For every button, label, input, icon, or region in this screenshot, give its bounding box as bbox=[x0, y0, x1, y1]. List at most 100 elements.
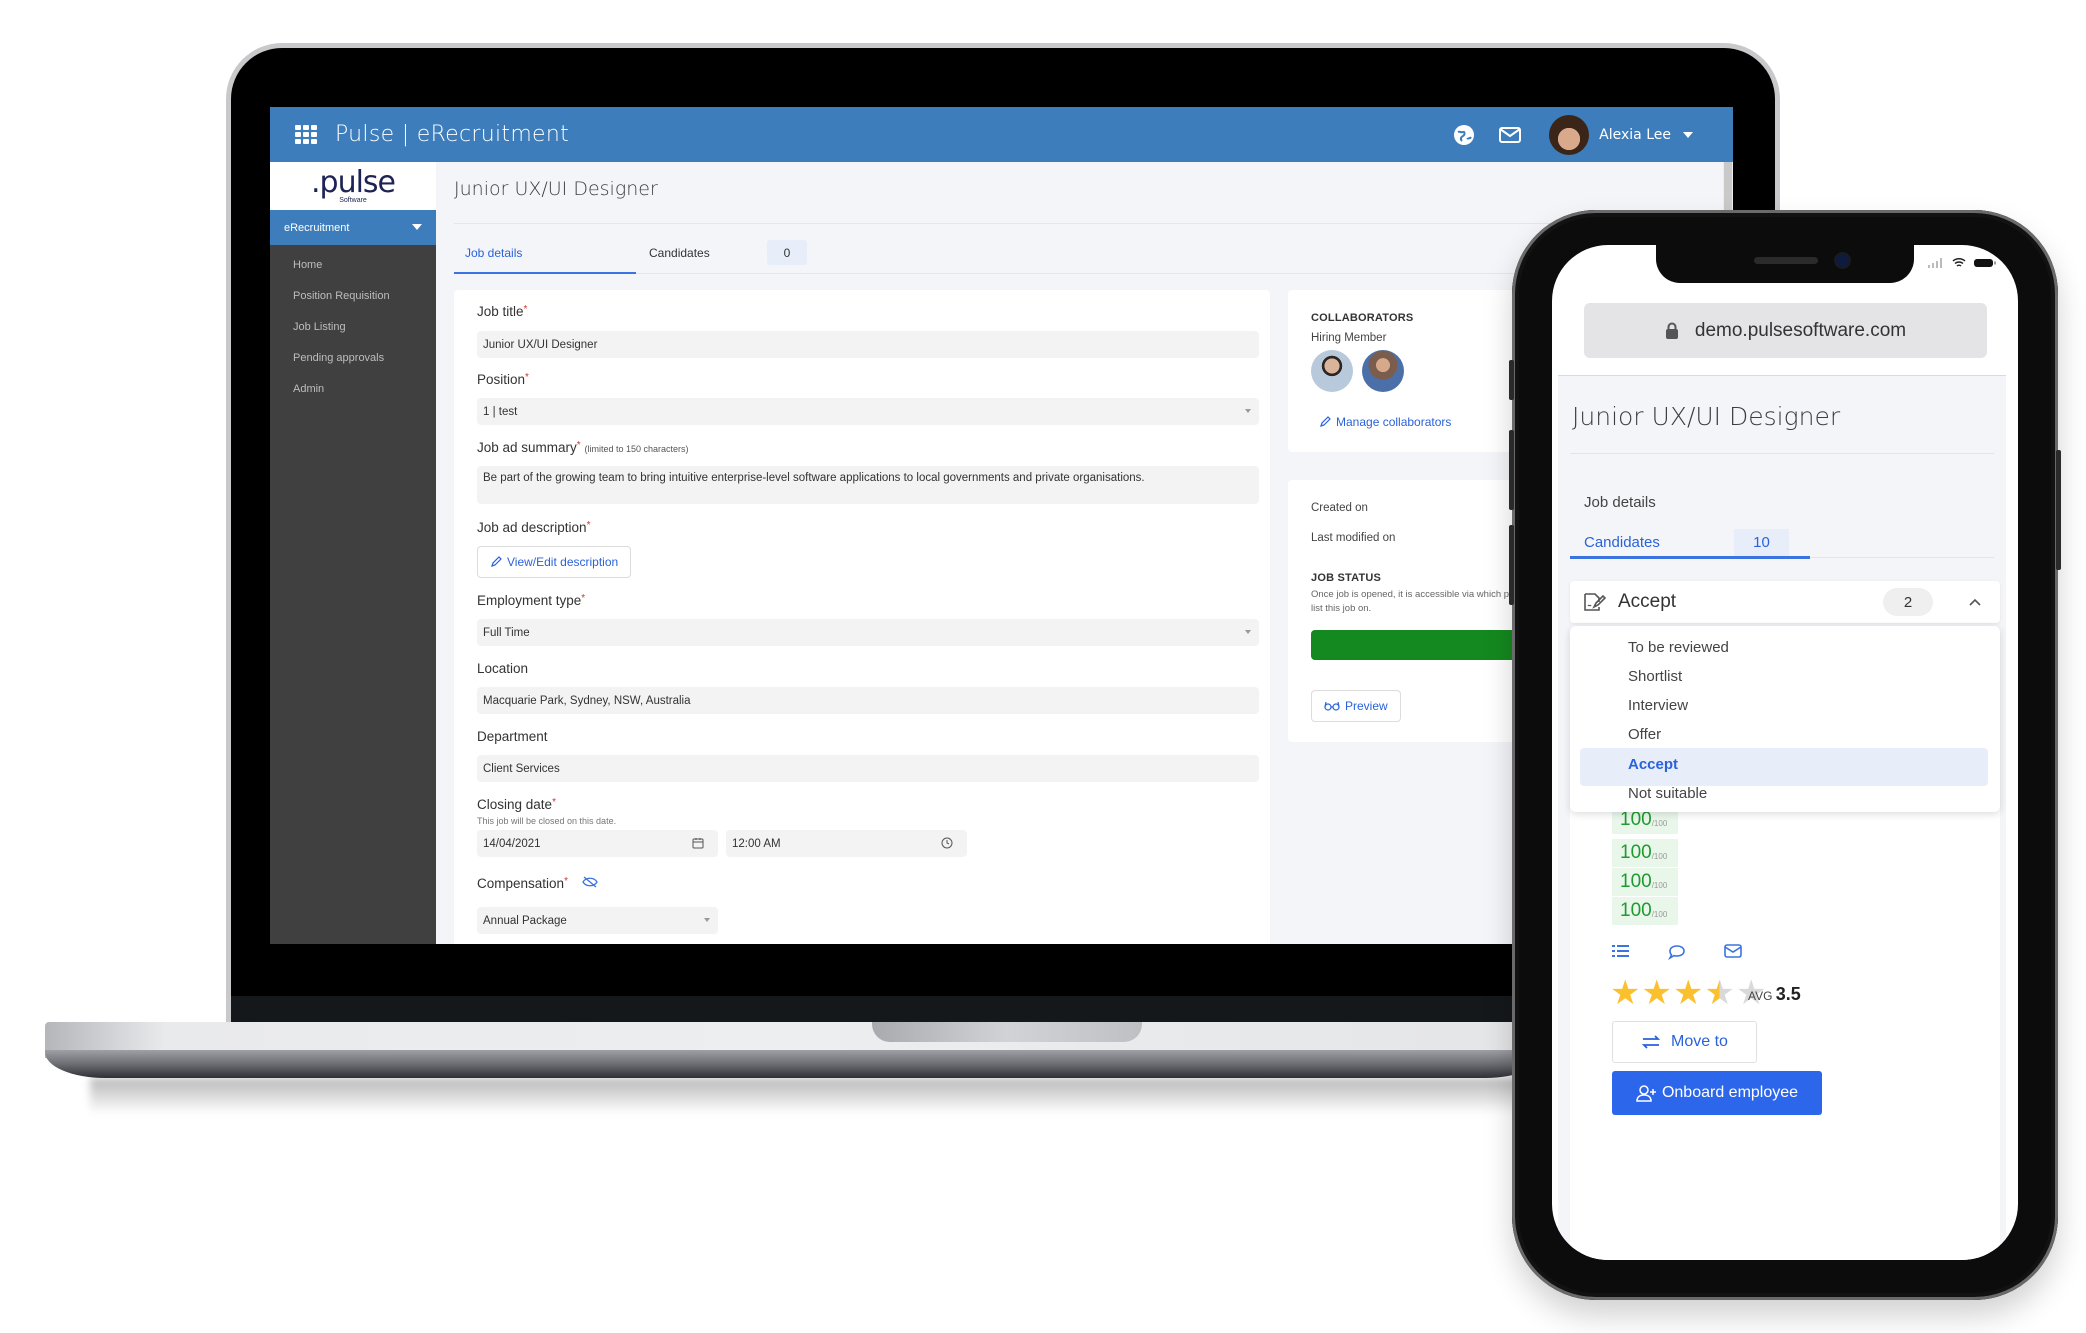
preview-button[interactable]: Preview bbox=[1311, 690, 1401, 722]
logo-subtitle: Software bbox=[339, 196, 367, 204]
sidebar-item-pending-approvals[interactable]: Pending approvals bbox=[270, 342, 436, 373]
department-input[interactable]: Client Services bbox=[477, 755, 1259, 782]
user-menu-caret-icon[interactable] bbox=[1683, 131, 1693, 138]
collaborator-avatar[interactable] bbox=[1311, 350, 1353, 392]
position-select[interactable]: 1 | test bbox=[477, 398, 1259, 425]
sidebar-item-admin[interactable]: Admin bbox=[270, 373, 436, 404]
job-ad-summary-textarea[interactable]: Be part of the growing team to bring int… bbox=[477, 466, 1259, 504]
app-launcher-icon[interactable] bbox=[295, 124, 319, 145]
phone-frame: demo.pulsesoftware.com Junior UX/UI Desi… bbox=[1509, 210, 2061, 1300]
last-modified-label: Last modified on bbox=[1311, 532, 1396, 544]
sidebar-item-job-listing[interactable]: Job Listing bbox=[270, 311, 436, 342]
scrollbar-thumb[interactable] bbox=[1724, 162, 1732, 217]
front-camera bbox=[1836, 254, 1849, 267]
mail-icon[interactable] bbox=[1497, 122, 1523, 148]
active-tab-indicator bbox=[454, 272, 636, 274]
mobile-page: Junior UX/UI Designer Job details Candid… bbox=[1558, 375, 2006, 1260]
clock-icon[interactable] bbox=[941, 837, 953, 852]
job-title-label: Job title* bbox=[477, 304, 528, 319]
status-bar-icons bbox=[1928, 257, 1996, 268]
star-icon[interactable]: ★ bbox=[1641, 976, 1671, 1010]
score-badge: 100/100 bbox=[1612, 839, 1678, 867]
compensation-select[interactable]: Annual Package bbox=[477, 907, 718, 934]
onboard-employee-button[interactable]: Onboard employee bbox=[1612, 1071, 1822, 1115]
speaker-grille bbox=[1754, 257, 1818, 264]
score-badge: 100/100 bbox=[1612, 897, 1678, 925]
closing-time-value: 12:00 AM bbox=[732, 837, 781, 850]
chevron-down-icon bbox=[412, 224, 422, 230]
phone-screen: demo.pulsesoftware.com Junior UX/UI Desi… bbox=[1552, 245, 2018, 1260]
stage-selector[interactable]: Accept 2 bbox=[1570, 581, 2000, 623]
star-icon[interactable]: ★ bbox=[1610, 976, 1640, 1010]
sidebar-item-home[interactable]: Home bbox=[270, 249, 436, 280]
position-value: 1 | test bbox=[483, 405, 518, 418]
job-ad-description-label: Job ad description* bbox=[477, 520, 591, 535]
page-title: Junior UX/UI Designer bbox=[454, 178, 658, 200]
mobile-tab-candidates[interactable]: Candidates bbox=[1584, 534, 1660, 551]
phone-volume-up bbox=[1509, 430, 1514, 510]
stage-option-shortlist[interactable]: Shortlist bbox=[1628, 668, 1682, 685]
manage-collaborators-link[interactable]: Manage collaborators bbox=[1319, 415, 1451, 429]
closing-date-hint: This job will be closed on this date. bbox=[477, 816, 617, 826]
list-icon[interactable] bbox=[1612, 944, 1630, 965]
hiring-member-label: Hiring Member bbox=[1311, 332, 1387, 344]
laptop-shadow bbox=[90, 1078, 1520, 1114]
url-text: demo.pulsesoftware.com bbox=[1694, 319, 1907, 341]
tab-candidates[interactable]: Candidates bbox=[649, 246, 710, 260]
star-rating[interactable]: ★ ★ ★ ★ ★ bbox=[1610, 976, 1767, 1010]
department-label: Department bbox=[477, 729, 548, 744]
chevron-up-icon[interactable] bbox=[1968, 594, 1982, 612]
position-label: Position* bbox=[477, 372, 529, 387]
location-input[interactable]: Macquarie Park, Sydney, NSW, Australia bbox=[477, 687, 1259, 714]
collaborator-avatar[interactable] bbox=[1362, 350, 1404, 392]
job-ad-summary-label: Job ad summary* (limited to 150 characte… bbox=[477, 440, 689, 455]
sidebar-module-erecruitment[interactable]: eRecruitment bbox=[270, 210, 436, 245]
closing-time-input[interactable]: 12:00 AM bbox=[726, 830, 967, 857]
globe-icon[interactable] bbox=[1451, 122, 1477, 148]
add-user-icon bbox=[1636, 1085, 1656, 1102]
wifi-icon bbox=[1952, 257, 1966, 267]
dropdown-arrow-icon bbox=[1245, 630, 1251, 634]
device-mockup-stage: Pulse | eRecruitment Alexia Lee .pulse S… bbox=[0, 0, 2086, 1333]
mail-icon[interactable] bbox=[1724, 944, 1742, 965]
stage-option-to-be-reviewed[interactable]: To be reviewed bbox=[1628, 639, 1729, 656]
user-avatar[interactable] bbox=[1549, 114, 1590, 155]
swap-arrows-icon bbox=[1641, 1035, 1661, 1049]
star-icon[interactable]: ★ bbox=[1673, 976, 1703, 1010]
stage-option-accept[interactable]: Accept bbox=[1628, 756, 1678, 773]
pulse-logo[interactable]: .pulse Software bbox=[270, 162, 436, 210]
phone-power-button bbox=[2056, 450, 2061, 570]
closing-date-input[interactable]: 14/04/2021 bbox=[477, 830, 718, 857]
collaborators-heading: COLLABORATORS bbox=[1311, 312, 1414, 324]
dropdown-arrow-icon bbox=[1245, 409, 1251, 413]
mobile-tab-job-details[interactable]: Job details bbox=[1584, 494, 1656, 511]
tab-job-details[interactable]: Job details bbox=[465, 246, 522, 260]
stage-count-badge: 2 bbox=[1883, 588, 1933, 616]
employment-type-label: Employment type* bbox=[477, 593, 586, 608]
stage-option-offer[interactable]: Offer bbox=[1628, 726, 1661, 743]
sidebar-item-position-requisition[interactable]: Position Requisition bbox=[270, 280, 436, 311]
star-icon[interactable]: ★ bbox=[1704, 976, 1734, 1010]
address-bar[interactable]: demo.pulsesoftware.com bbox=[1584, 303, 1987, 358]
divider bbox=[1570, 453, 1994, 454]
employment-type-select[interactable]: Full Time bbox=[477, 619, 1259, 646]
phone-side-button bbox=[1509, 360, 1514, 400]
laptop-opening-notch bbox=[872, 1022, 1142, 1042]
stage-option-not-suitable[interactable]: Not suitable bbox=[1628, 785, 1707, 802]
comment-icon[interactable] bbox=[1668, 944, 1686, 965]
stage-option-interview[interactable]: Interview bbox=[1628, 697, 1688, 714]
hidden-eye-icon[interactable] bbox=[581, 876, 598, 891]
user-name[interactable]: Alexia Lee bbox=[1599, 127, 1671, 143]
active-tab-indicator bbox=[1570, 556, 1810, 559]
sidebar: .pulse Software eRecruitment Home Positi… bbox=[270, 162, 436, 944]
compensation-value: Annual Package bbox=[483, 914, 567, 927]
mobile-candidates-count-badge: 10 bbox=[1734, 529, 1789, 556]
closing-date-label: Closing date* bbox=[477, 797, 556, 812]
logo-wordmark: .pulse bbox=[310, 164, 396, 200]
calendar-icon[interactable] bbox=[692, 837, 704, 852]
move-to-button[interactable]: Move to bbox=[1612, 1021, 1757, 1063]
divider bbox=[1810, 557, 1994, 558]
view-edit-description-button[interactable]: View/Edit description bbox=[477, 546, 632, 578]
job-title-input[interactable]: Junior UX/UI Designer bbox=[477, 331, 1259, 358]
lock-icon bbox=[1665, 322, 1678, 339]
